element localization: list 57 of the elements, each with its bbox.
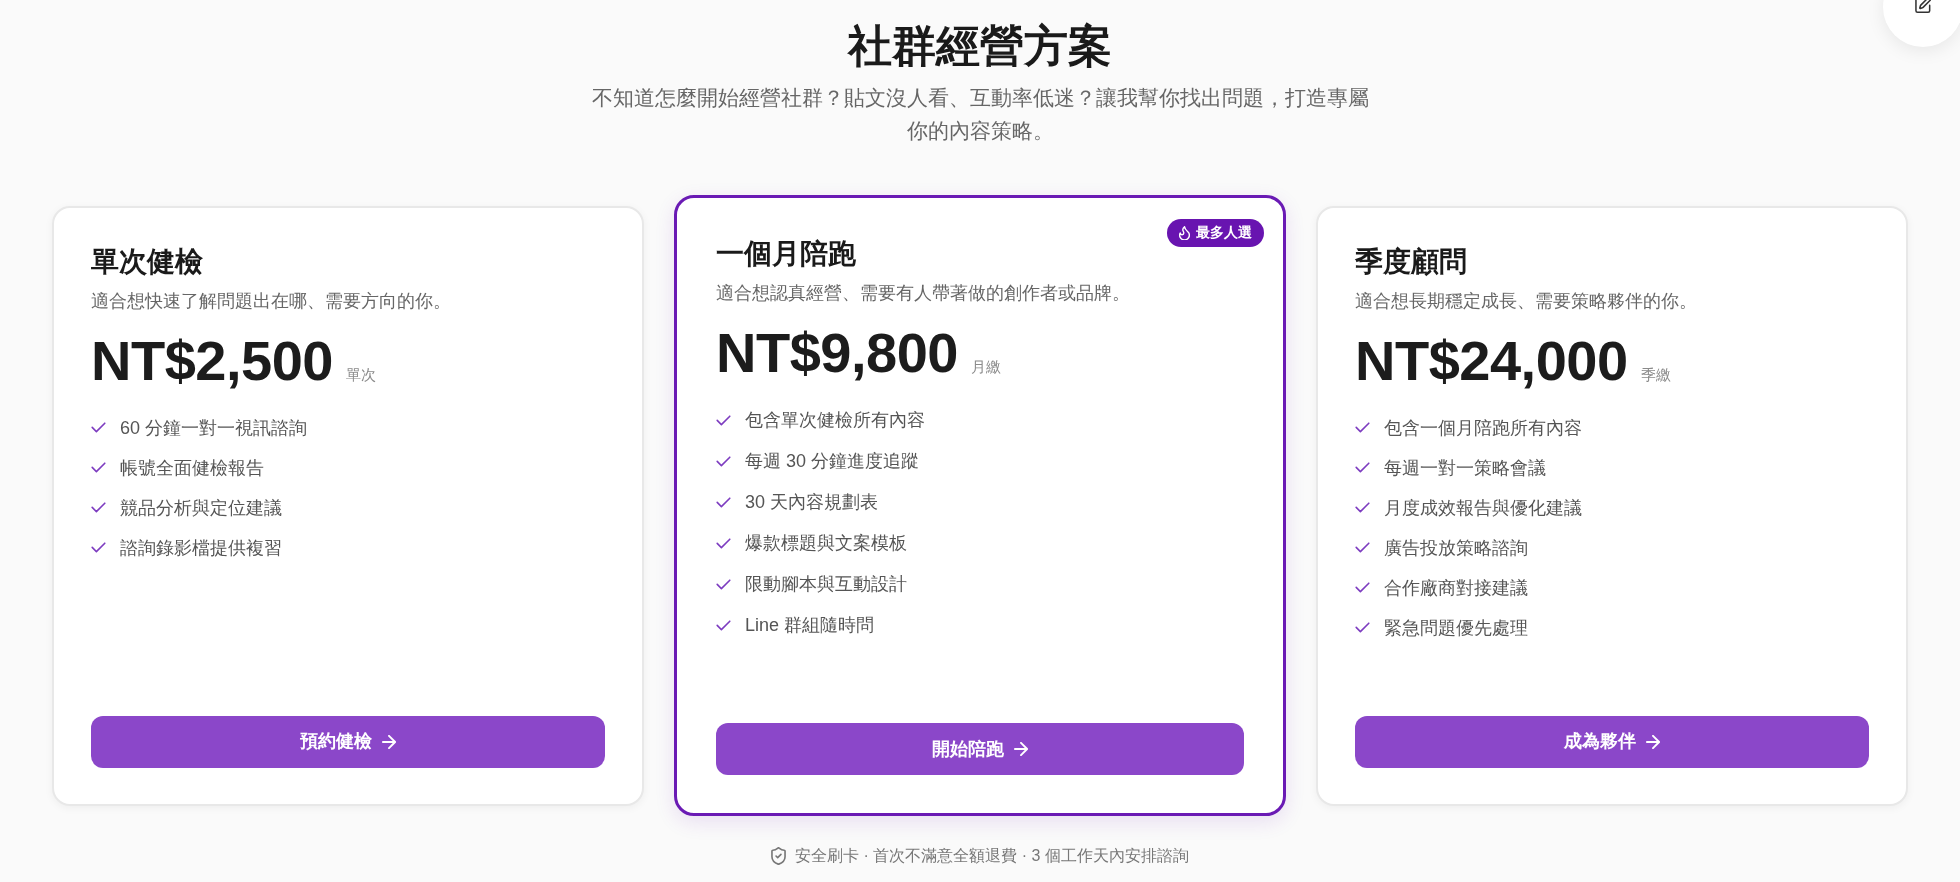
check-icon xyxy=(716,496,731,508)
check-icon xyxy=(716,455,731,467)
plan-price: NT$24,000 xyxy=(1355,327,1628,394)
shield-check-icon xyxy=(771,847,787,865)
check-icon xyxy=(716,619,731,631)
feature-text: 限動腳本與互動設計 xyxy=(745,573,907,596)
plan-price: NT$2,500 xyxy=(91,327,333,394)
check-icon xyxy=(1355,422,1370,433)
page-title: 社群經營方案 xyxy=(848,21,1112,73)
edit-icon xyxy=(1915,0,1931,13)
check-icon xyxy=(91,462,106,473)
cta-button[interactable]: 成為夥伴 xyxy=(1355,715,1869,768)
plan-description: 適合想快速了解問題出在哪、需要方向的你。 xyxy=(91,289,452,313)
check-icon xyxy=(716,578,731,590)
feature-text: 月度成效報告與優化建議 xyxy=(1384,496,1582,520)
feature-text: 競品分析與定位建議 xyxy=(120,496,282,520)
check-icon xyxy=(1355,502,1370,513)
check-icon xyxy=(91,422,106,433)
feature-text: 合作廠商對接建議 xyxy=(1384,576,1528,600)
plan-name: 季度顧問 xyxy=(1355,244,1468,279)
plan-name: 單次健檢 xyxy=(91,244,204,279)
arrow-right-icon xyxy=(1014,742,1028,756)
price-unit: 單次 xyxy=(345,364,376,385)
feature-text: 包含單次健檢所有內容 xyxy=(745,409,925,432)
feature-text: 帳號全面健檢報告 xyxy=(120,456,264,480)
check-icon xyxy=(1355,462,1370,473)
plan-description: 適合想長期穩定成長、需要策略夥伴的你。 xyxy=(1355,289,1698,313)
footer-note: 安全刷卡 · 首次不滿意全額退費 · 3 個工作天內安排諮詢 xyxy=(795,846,1189,866)
feature-text: 包含一個月陪跑所有內容 xyxy=(1384,416,1582,440)
check-icon xyxy=(91,542,106,553)
feature-text: Line 群組隨時問 xyxy=(745,614,875,637)
plan-price: NT$9,800 xyxy=(716,320,958,386)
arrow-right-icon xyxy=(382,734,396,749)
feature-text: 60 分鐘一對一視訊諮詢 xyxy=(120,416,308,440)
feature-text: 廣告投放策略諮詢 xyxy=(1384,536,1528,560)
check-icon xyxy=(1355,582,1370,593)
arrow-right-icon xyxy=(1646,734,1660,749)
page-subtitle: 不知道怎麼開始經營社群？貼文沒人看、互動率低迷？讓我幫你找出問題，打造專屬你的內容策略。 xyxy=(590,85,1370,144)
feature-text: 每週一對一策略會議 xyxy=(1384,456,1546,480)
feature-text: 每週 30 分鐘進度追蹤 xyxy=(745,450,920,473)
cta-button[interactable]: 預約健檢 xyxy=(91,715,605,768)
check-icon xyxy=(91,502,106,513)
plan-description: 適合想認真經營、需要有人帶著做的創作者或品牌。 xyxy=(716,282,1131,305)
badge-text: 最多人選 xyxy=(1196,224,1252,242)
check-icon xyxy=(1355,542,1370,553)
price-unit: 季繳 xyxy=(1640,364,1671,385)
check-icon xyxy=(716,537,731,549)
feature-text: 緊急問題優先處理 xyxy=(1384,616,1528,640)
feature-text: 諮詢錄影檔提供複習 xyxy=(120,536,282,560)
flame-icon xyxy=(1179,226,1190,240)
check-icon xyxy=(716,414,731,426)
check-icon xyxy=(1355,622,1370,633)
feature-text: 30 天內容規劃表 xyxy=(745,491,879,514)
feature-text: 爆款標題與文案模板 xyxy=(745,532,907,555)
price-unit: 月繳 xyxy=(970,357,1001,377)
cta-button[interactable]: 開始陪跑 xyxy=(716,723,1244,775)
plan-name: 一個月陪跑 xyxy=(716,237,857,271)
